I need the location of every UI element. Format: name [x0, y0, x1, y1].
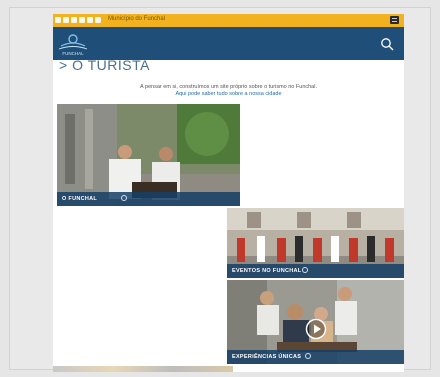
- top-bar: Município do Funchal: [53, 14, 404, 27]
- info-icon[interactable]: [302, 267, 308, 273]
- card-label: EVENTOS NO FUNCHAL: [232, 268, 302, 274]
- website-page: Município do Funchal FUNCHAL > O TURISTA…: [53, 14, 404, 372]
- info-icon[interactable]: [305, 353, 311, 359]
- map-preview-strip: [53, 366, 233, 372]
- flickr-icon[interactable]: [87, 17, 93, 23]
- card-image-toboggan: [57, 104, 240, 206]
- header: FUNCHAL: [53, 27, 404, 60]
- intro-sentence: A pensar em si, construímos um site próp…: [140, 84, 317, 90]
- intro-text: A pensar em si, construímos um site próp…: [53, 84, 404, 98]
- card-o-funchal[interactable]: O FUNCHAL: [57, 104, 240, 206]
- card-caption: EXPERIÊNCIAS ÚNICAS: [227, 350, 404, 364]
- facebook-icon[interactable]: [55, 17, 61, 23]
- page-title: > O TURISTA: [59, 57, 150, 73]
- card-label: EXPERIÊNCIAS ÚNICAS: [232, 354, 302, 360]
- card-experiencias[interactable]: EXPERIÊNCIAS ÚNICAS: [227, 280, 404, 364]
- card-caption: O FUNCHAL: [57, 192, 240, 206]
- intro-link[interactable]: Aqui pode saber tudo sobre a nossa cidad…: [53, 91, 404, 98]
- menu-icon[interactable]: [390, 16, 399, 24]
- card-eventos[interactable]: EVENTOS NO FUNCHAL: [227, 208, 404, 278]
- play-icon[interactable]: [305, 318, 327, 340]
- info-icon[interactable]: [121, 195, 127, 201]
- rss-icon[interactable]: [95, 17, 101, 23]
- instagram-icon[interactable]: [63, 17, 69, 23]
- funchal-logo[interactable]: FUNCHAL: [57, 32, 89, 56]
- card-label: O FUNCHAL: [62, 196, 98, 202]
- logo-text: FUNCHAL: [62, 51, 84, 56]
- card-caption: EVENTOS NO FUNCHAL: [227, 264, 404, 278]
- city-label[interactable]: Município do Funchal: [108, 16, 165, 22]
- social-links: [55, 17, 101, 23]
- twitter-icon[interactable]: [71, 17, 77, 23]
- search-icon[interactable]: [380, 37, 394, 51]
- youtube-icon[interactable]: [79, 17, 85, 23]
